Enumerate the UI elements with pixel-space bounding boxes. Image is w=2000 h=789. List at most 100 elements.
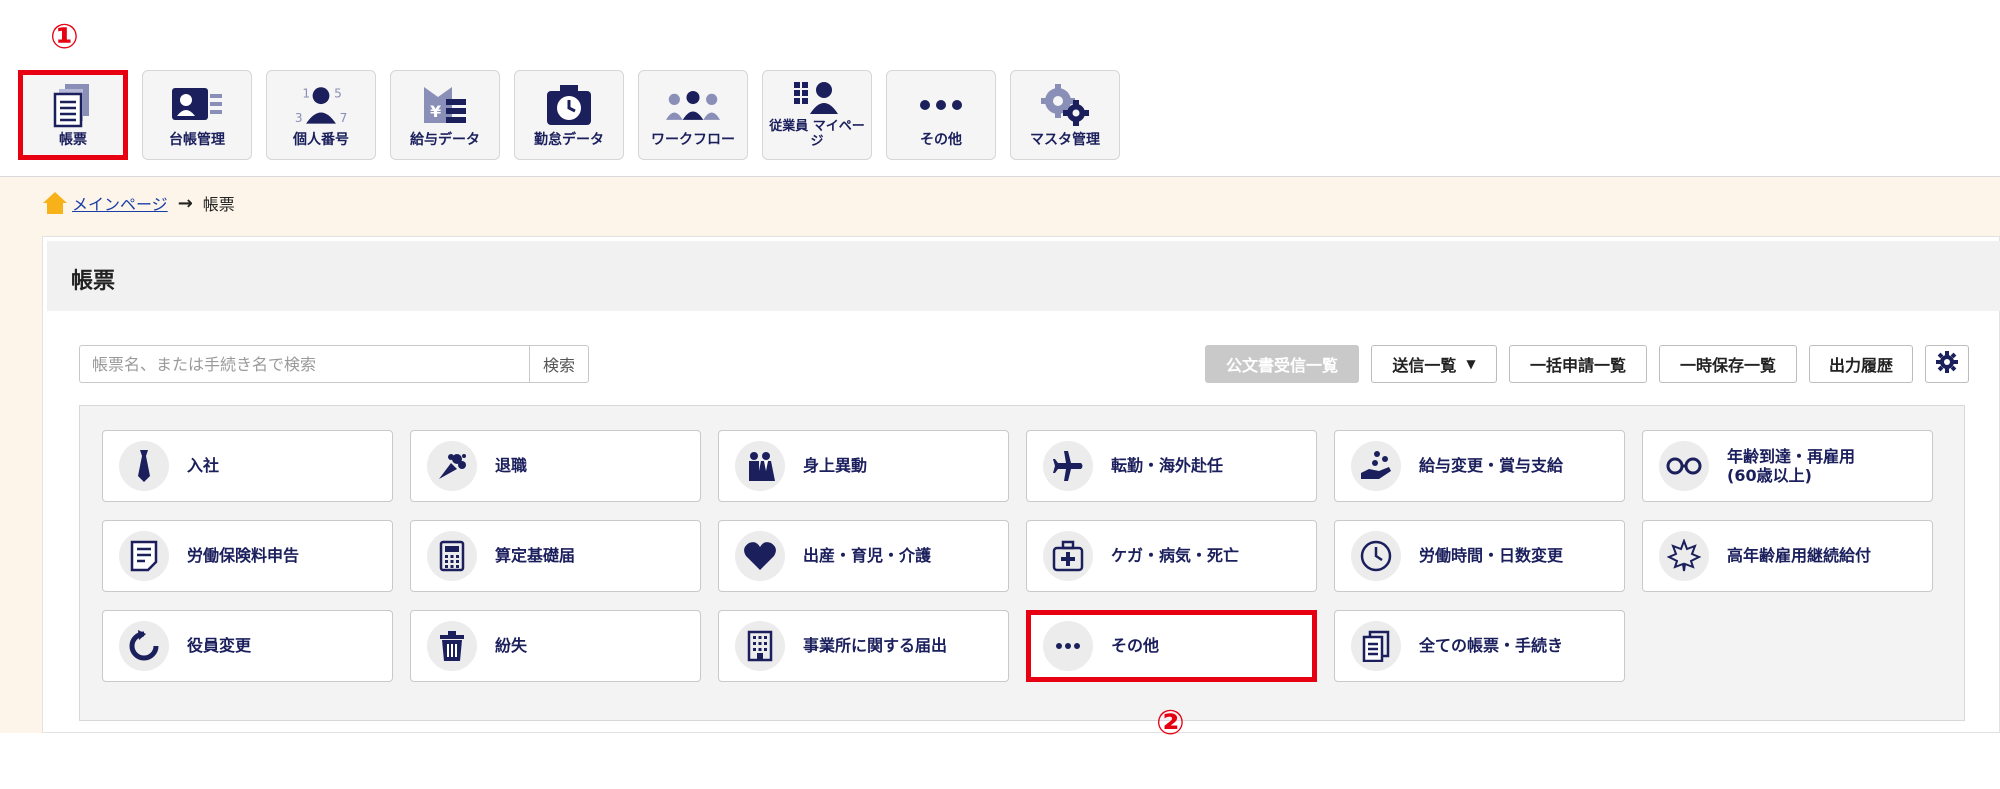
tile-label: 年齢到達・再雇用 (60歳以上): [1727, 446, 1856, 485]
main-panel: 帳票 検索 公文書受信一覧 送信一覧 ▼ 一括申請一覧 一時保存一覧 出力履歴: [42, 236, 2000, 733]
tile-elderly-employment[interactable]: 高年齢雇用継続給付: [1642, 520, 1933, 592]
annotation-marker-2: ②: [1156, 703, 1185, 743]
module-label: その他: [920, 131, 962, 148]
tile-label: 役員変更: [187, 636, 252, 656]
tile-label: 算定基礎届: [495, 546, 576, 566]
tile-salary-change[interactable]: 給与変更・賞与支給: [1334, 430, 1625, 502]
tile-basic-calculation[interactable]: 算定基礎届: [410, 520, 701, 592]
building-icon: [735, 621, 785, 671]
module-other[interactable]: その他: [886, 70, 996, 160]
module-employee-mypage[interactable]: 従業員 マイページ: [762, 70, 872, 160]
module-attendance[interactable]: 勤怠データ: [514, 70, 624, 160]
module-label: 帳票: [59, 131, 87, 148]
glasses-icon: [1659, 441, 1709, 491]
caret-down-icon: ▼: [1466, 357, 1476, 371]
maple-leaf-icon: [1659, 531, 1709, 581]
tile-label: 紛失: [495, 636, 528, 656]
tile-label: ケガ・病気・死亡: [1111, 546, 1240, 566]
bouquet-icon: [427, 441, 477, 491]
home-icon: [42, 190, 68, 216]
tile-label: 退職: [495, 456, 528, 476]
necktie-icon: [119, 441, 169, 491]
tile-label: 事業所に関する届出: [803, 636, 948, 656]
documents-icon: [45, 82, 101, 128]
svg-text:7: 7: [340, 111, 348, 125]
annotation-marker-1: ①: [50, 17, 79, 57]
airplane-icon: [1043, 441, 1093, 491]
all-documents-icon: [1351, 621, 1401, 671]
attendance-clock-icon: [541, 82, 597, 128]
module-workflow[interactable]: ワークフロー: [638, 70, 748, 160]
page-title: 帳票: [71, 269, 116, 294]
tile-working-hours[interactable]: 労働時間・日数変更: [1334, 520, 1625, 592]
module-personal-number[interactable]: 1 5 3 7 個人番号: [266, 70, 376, 160]
module-ledger[interactable]: 台帳管理: [142, 70, 252, 160]
procedure-grid: 入社 退職 身上異動 転勤・海外赴任 給与変更・賞与支給 年齢到達・再雇用 (6…: [79, 405, 1965, 721]
clock-icon: [1351, 531, 1401, 581]
module-documents[interactable]: 帳票: [18, 70, 128, 160]
arrow-right-icon: →: [177, 192, 193, 214]
bulk-list-button[interactable]: 一括申請一覧: [1509, 345, 1647, 383]
breadcrumb: メインページ → 帳票: [42, 188, 235, 218]
tile-lost[interactable]: 紛失: [410, 610, 701, 682]
svg-text:¥: ¥: [430, 102, 441, 121]
sent-list-dropdown[interactable]: 送信一覧 ▼: [1371, 345, 1497, 383]
breadcrumb-home-link[interactable]: メインページ: [72, 191, 168, 215]
search-input[interactable]: [79, 345, 529, 383]
trash-icon: [427, 621, 477, 671]
tile-label: 労働保険料申告: [187, 546, 300, 566]
hand-coins-icon: [1351, 441, 1401, 491]
tile-labor-insurance[interactable]: 労働保険料申告: [102, 520, 393, 592]
module-label: ワークフロー: [651, 131, 735, 148]
sent-list-label: 送信一覧: [1392, 356, 1457, 375]
first-aid-icon: [1043, 531, 1093, 581]
svg-text:3: 3: [295, 111, 303, 125]
module-label: 台帳管理: [169, 131, 225, 148]
tile-label: 労働時間・日数変更: [1419, 546, 1564, 566]
search-bar: 検索: [79, 345, 589, 383]
module-label: 従業員 マイページ: [769, 119, 865, 149]
settings-button[interactable]: [1925, 345, 1969, 383]
tile-other[interactable]: その他: [1026, 610, 1317, 682]
saved-list-button[interactable]: 一時保存一覧: [1659, 345, 1797, 383]
tile-hire[interactable]: 入社: [102, 430, 393, 502]
refresh-icon: [119, 621, 169, 671]
tile-label: 入社: [187, 456, 220, 476]
tile-retirement[interactable]: 退職: [410, 430, 701, 502]
module-label: 個人番号: [293, 131, 349, 148]
tile-age-reemployment[interactable]: 年齢到達・再雇用 (60歳以上): [1642, 430, 1933, 502]
tile-label: 身上異動: [803, 456, 868, 476]
workflow-people-icon: [665, 82, 721, 128]
tile-label: その他: [1111, 636, 1160, 656]
module-master[interactable]: マスタ管理: [1010, 70, 1120, 160]
search-button[interactable]: 検索: [529, 345, 589, 383]
form-icon: [119, 531, 169, 581]
gears-icon: [1037, 82, 1093, 128]
more-dots-icon: [913, 82, 969, 128]
module-label: 勤怠データ: [534, 131, 604, 148]
gear-icon: [1935, 350, 1959, 378]
employee-mypage-icon: [789, 80, 845, 116]
tile-transfer[interactable]: 転勤・海外赴任: [1026, 430, 1317, 502]
calculator-icon: [427, 531, 477, 581]
ellipsis-icon: [1043, 621, 1093, 671]
module-label: 給与データ: [410, 131, 480, 148]
tile-label: 高年齢雇用継続給付: [1727, 546, 1872, 566]
panel-header: 帳票: [47, 241, 2000, 311]
output-history-button[interactable]: 出力履歴: [1809, 345, 1913, 383]
module-label: マスタ管理: [1030, 131, 1100, 148]
heart-icon: [735, 531, 785, 581]
tile-childbirth-care[interactable]: 出産・育児・介護: [718, 520, 1009, 592]
tile-label: 出産・育児・介護: [803, 546, 932, 566]
app-root: ① 帳票 台帳管理 1 5 3 7 個人番号 ¥ 給与データ 勤怠データ ワーク…: [0, 0, 2000, 789]
svg-text:5: 5: [334, 86, 342, 100]
tile-label: 全ての帳票・手続き: [1419, 636, 1564, 656]
tile-office-notification[interactable]: 事業所に関する届出: [718, 610, 1009, 682]
official-docs-button[interactable]: 公文書受信一覧: [1205, 345, 1359, 383]
module-payroll[interactable]: ¥ 給与データ: [390, 70, 500, 160]
tile-all-documents[interactable]: 全ての帳票・手続き: [1334, 610, 1625, 682]
tile-personal-change[interactable]: 身上異動: [718, 430, 1009, 502]
tile-injury-illness[interactable]: ケガ・病気・死亡: [1026, 520, 1317, 592]
tile-officer-change[interactable]: 役員変更: [102, 610, 393, 682]
wedding-couple-icon: [735, 441, 785, 491]
